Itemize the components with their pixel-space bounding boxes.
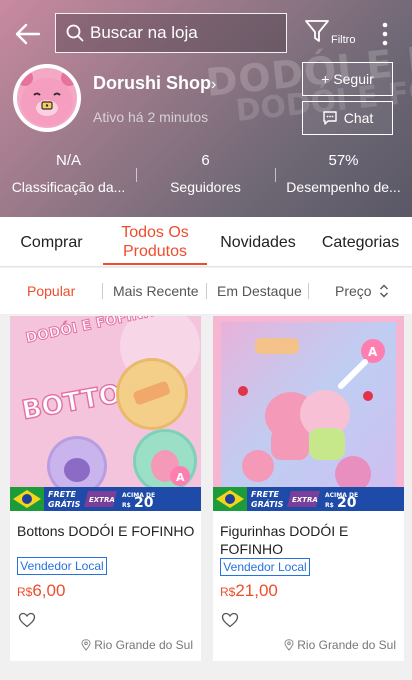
- product-card[interactable]: DODÓI E FOFINHO BOTTONS A FRETE GRÁTIS E…: [10, 316, 201, 661]
- free-shipping-banner: FRETE GRÁTIS EXTRA ACIMA DE R$ 20: [10, 487, 201, 511]
- follow-label: + Seguir: [321, 71, 374, 87]
- stat-divider: [136, 168, 137, 182]
- active-tab-indicator: [103, 263, 207, 265]
- stat-divider: [275, 168, 276, 182]
- stat-value: 6: [201, 152, 210, 169]
- heart-icon[interactable]: [18, 612, 36, 628]
- sort-divider: [206, 283, 207, 299]
- tab-categorias[interactable]: Categorias: [309, 217, 412, 267]
- avatar-bear-icon: [17, 70, 77, 126]
- tab-comprar[interactable]: Comprar: [0, 217, 103, 267]
- promo-line1: FRETE: [48, 490, 77, 499]
- search-placeholder: Buscar na loja: [90, 23, 198, 42]
- sort-featured[interactable]: Em Destaque: [217, 283, 302, 299]
- location-text: Rio Grande do Sul: [94, 638, 193, 652]
- sort-arrows-icon: [380, 284, 389, 298]
- filter-icon: [305, 20, 329, 42]
- product-image[interactable]: A: [213, 316, 404, 511]
- shop-tabs: Comprar Todos Os Produtos Novidades Cate…: [0, 217, 412, 267]
- product-location: Rio Grande do Sul: [284, 638, 396, 652]
- promo-amount: 20: [134, 495, 154, 511]
- sort-divider: [308, 283, 309, 299]
- chat-icon: [323, 111, 337, 125]
- shop-avatar[interactable]: [13, 64, 81, 132]
- sort-price[interactable]: Preço: [335, 283, 389, 299]
- promo-line2: GRÁTIS: [251, 498, 284, 509]
- svg-text:A: A: [176, 471, 185, 484]
- promo-line1: FRETE: [251, 490, 280, 499]
- local-seller-badge: Vendedor Local: [220, 558, 310, 576]
- sort-price-label: Preço: [335, 283, 372, 299]
- sort-recent[interactable]: Mais Recente: [113, 283, 199, 299]
- sort-bar: Popular Mais Recente Em Destaque Preço: [0, 268, 412, 314]
- search-input[interactable]: Buscar na loja: [55, 13, 287, 53]
- stat-rating[interactable]: N/A Classificação da...: [0, 152, 137, 195]
- sort-popular[interactable]: Popular: [27, 283, 75, 299]
- product-title[interactable]: Figurinhas DODÓI E FOFINHO: [220, 522, 400, 558]
- sort-divider: [102, 283, 103, 299]
- location-pin-icon: [284, 639, 294, 651]
- promo-currency: R$: [325, 502, 334, 509]
- price-currency: R$: [17, 585, 33, 599]
- shop-header: DODÓI E FOFINHO DODÓI E FOFINHO Buscar n…: [0, 0, 412, 217]
- local-seller-badge: Vendedor Local: [17, 557, 107, 575]
- shop-name[interactable]: Dorushi Shop: [93, 73, 211, 94]
- price-currency: R$: [220, 585, 236, 599]
- free-shipping-banner: FRETE GRÁTIS EXTRA ACIMA DE R$ 20: [213, 487, 404, 511]
- promo-currency: R$: [122, 502, 131, 509]
- stat-value: 57%: [328, 152, 359, 169]
- stat-label: Seguidores: [170, 179, 241, 195]
- promo-amount: 20: [337, 495, 357, 511]
- promo-extra: EXTRA: [292, 496, 318, 504]
- follow-button[interactable]: + Seguir: [302, 62, 393, 96]
- heart-icon[interactable]: [221, 612, 239, 628]
- price-value: 6,00: [32, 581, 66, 600]
- shop-stats: N/A Classificação da... 6 Seguidores 57%…: [0, 152, 412, 202]
- price-value: 21,00: [235, 581, 278, 600]
- search-icon: [66, 24, 84, 42]
- product-location: Rio Grande do Sul: [81, 638, 193, 652]
- filter-label: Filtro: [331, 34, 356, 46]
- filter-button[interactable]: Filtro: [304, 18, 360, 52]
- back-arrow-icon[interactable]: [12, 18, 44, 50]
- location-pin-icon: [81, 639, 91, 651]
- svg-text:A: A: [368, 345, 378, 359]
- stat-label: Classificação da...: [11, 179, 126, 195]
- stat-value: N/A: [55, 152, 81, 169]
- chevron-right-icon[interactable]: ›: [211, 76, 216, 94]
- product-price: R$6,00: [17, 581, 65, 601]
- stat-followers[interactable]: 6 Seguidores: [137, 152, 274, 195]
- more-options-icon[interactable]: [378, 20, 392, 48]
- chat-label: Chat: [343, 110, 374, 126]
- stat-performance[interactable]: 57% Desempenho de...: [275, 152, 412, 195]
- product-price: R$21,00: [220, 581, 278, 601]
- product-card[interactable]: A FRETE GRÁTIS EXTRA ACIMA DE R$ 20 Figu…: [213, 316, 404, 661]
- chat-button[interactable]: Chat: [302, 101, 393, 135]
- tab-todos-os-produtos[interactable]: Todos Os Produtos: [103, 217, 207, 267]
- shop-active-status: Ativo há 2 minutos: [93, 109, 209, 125]
- stat-label: Desempenho de...: [286, 179, 401, 195]
- location-text: Rio Grande do Sul: [297, 638, 396, 652]
- promo-line2: GRÁTIS: [48, 498, 81, 509]
- product-image[interactable]: DODÓI E FOFINHO BOTTONS A: [10, 316, 201, 511]
- product-title[interactable]: Bottons DODÓI E FOFINHO: [17, 522, 197, 540]
- tab-novidades[interactable]: Novidades: [207, 217, 309, 267]
- promo-extra: EXTRA: [89, 496, 115, 504]
